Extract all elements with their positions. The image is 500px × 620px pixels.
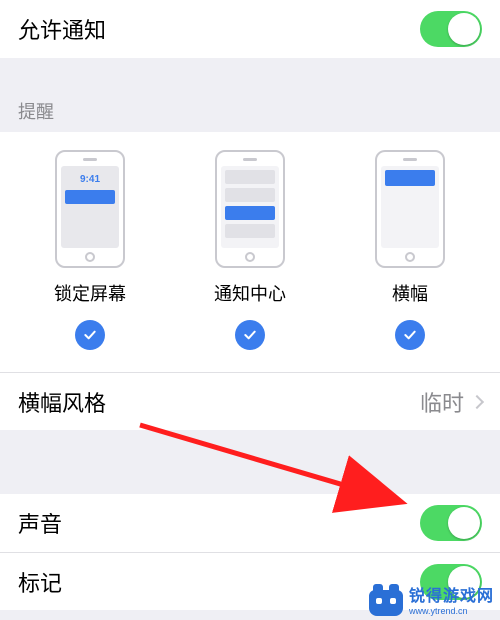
banner-bar bbox=[385, 170, 435, 186]
watermark: 锐得游戏网 www.ytrend.cn bbox=[369, 589, 494, 616]
alerts-section-header: 提醒 bbox=[0, 98, 500, 132]
lock-notification-bar bbox=[65, 190, 115, 204]
phone-speaker bbox=[83, 158, 97, 161]
alert-style-previews: 9:41 锁定屏幕 通知中心 bbox=[0, 132, 500, 372]
watermark-text: 锐得游戏网 www.ytrend.cn bbox=[409, 589, 494, 616]
preview-center-label: 通知中心 bbox=[214, 280, 286, 306]
phone-icon bbox=[375, 150, 445, 268]
phone-screen-lock: 9:41 bbox=[61, 166, 119, 248]
preview-lock-screen[interactable]: 9:41 锁定屏幕 bbox=[20, 150, 160, 350]
preview-lock-check[interactable] bbox=[75, 320, 105, 350]
watermark-cn: 锐得游戏网 bbox=[409, 589, 494, 605]
badge-label: 标记 bbox=[18, 566, 62, 598]
preview-notification-center[interactable]: 通知中心 bbox=[180, 150, 320, 350]
sound-label: 声音 bbox=[18, 507, 62, 539]
check-icon bbox=[402, 327, 418, 343]
toggle-knob bbox=[448, 507, 480, 539]
allow-notifications-toggle[interactable] bbox=[420, 11, 482, 47]
preview-banner-label: 横幅 bbox=[392, 280, 428, 306]
phone-icon: 9:41 bbox=[55, 150, 125, 268]
previews-row: 9:41 锁定屏幕 通知中心 bbox=[10, 150, 490, 350]
allow-notifications-label: 允许通知 bbox=[18, 13, 106, 45]
phone-icon bbox=[215, 150, 285, 268]
center-line-active bbox=[225, 206, 275, 220]
sound-toggle[interactable] bbox=[420, 505, 482, 541]
watermark-logo-icon bbox=[369, 590, 403, 616]
watermark-en: www.ytrend.cn bbox=[409, 607, 494, 616]
phone-speaker bbox=[403, 158, 417, 161]
chevron-right-icon bbox=[470, 394, 484, 408]
sound-row[interactable]: 声音 bbox=[0, 494, 500, 552]
center-line bbox=[225, 170, 275, 184]
phone-speaker bbox=[243, 158, 257, 161]
section-gap bbox=[0, 58, 500, 98]
section-gap bbox=[0, 430, 500, 494]
center-line bbox=[225, 188, 275, 202]
preview-banner-check[interactable] bbox=[395, 320, 425, 350]
phone-home-button bbox=[405, 252, 415, 262]
lock-time: 9:41 bbox=[80, 174, 100, 185]
center-line bbox=[225, 224, 275, 238]
check-icon bbox=[82, 327, 98, 343]
banner-style-value: 临时 bbox=[420, 386, 464, 418]
phone-home-button bbox=[85, 252, 95, 262]
preview-banner[interactable]: 横幅 bbox=[340, 150, 480, 350]
preview-lock-label: 锁定屏幕 bbox=[54, 280, 126, 306]
phone-screen-center bbox=[221, 166, 279, 248]
preview-center-check[interactable] bbox=[235, 320, 265, 350]
phone-home-button bbox=[245, 252, 255, 262]
banner-style-label: 横幅风格 bbox=[18, 386, 106, 418]
check-icon bbox=[242, 327, 258, 343]
allow-notifications-row[interactable]: 允许通知 bbox=[0, 0, 500, 58]
phone-screen-banner bbox=[381, 166, 439, 248]
banner-style-row[interactable]: 横幅风格 临时 bbox=[0, 372, 500, 430]
toggle-knob bbox=[448, 13, 480, 45]
banner-style-value-wrap: 临时 bbox=[420, 386, 482, 418]
